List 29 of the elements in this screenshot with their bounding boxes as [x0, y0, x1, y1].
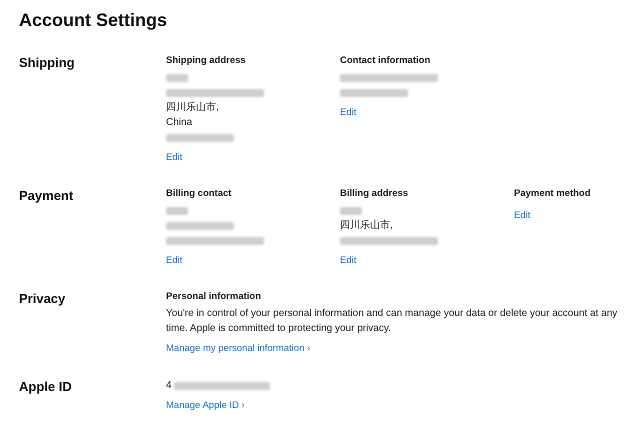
account-id: 4	[166, 379, 172, 393]
page-title: Account Settings	[19, 9, 168, 32]
blurred-text	[166, 134, 234, 142]
blurred-text	[166, 206, 188, 214]
column-heading: Billing contact	[166, 187, 232, 201]
edit-link[interactable]: Edit	[166, 254, 182, 268]
blurred-text	[166, 222, 234, 230]
privacy-description: You're in control of your personal information and can manage your data or delete your account at any time. Apple is committed to protecting your privacy.	[166, 307, 618, 336]
blurred-text	[340, 88, 408, 96]
section-label: Apple ID	[19, 378, 73, 396]
edit-link[interactable]: Edit	[514, 209, 530, 223]
column-heading: Personal information	[166, 290, 262, 304]
edit-link[interactable]: Manage my personal information ›	[166, 342, 310, 356]
column-heading: Shipping address	[166, 54, 247, 68]
section-label: Shipping	[19, 54, 76, 72]
address-line: China	[166, 116, 194, 130]
address-line: 四川乐山市,	[166, 100, 220, 115]
manage-link[interactable]: Manage Apple ID ›	[166, 399, 245, 413]
column-heading: Contact information	[340, 54, 432, 68]
blurred-text	[166, 74, 188, 82]
edit-link[interactable]: Edit	[340, 106, 356, 120]
blurred-text	[340, 206, 362, 214]
section-label: Payment	[19, 187, 74, 205]
column-heading: Payment method	[514, 187, 592, 201]
edit-link[interactable]: Edit	[340, 254, 356, 268]
column-heading: Billing address	[340, 187, 410, 201]
section-label: Privacy	[19, 290, 66, 308]
address-line: 四川乐山市,	[340, 218, 394, 233]
edit-link[interactable]: Edit	[166, 151, 182, 165]
